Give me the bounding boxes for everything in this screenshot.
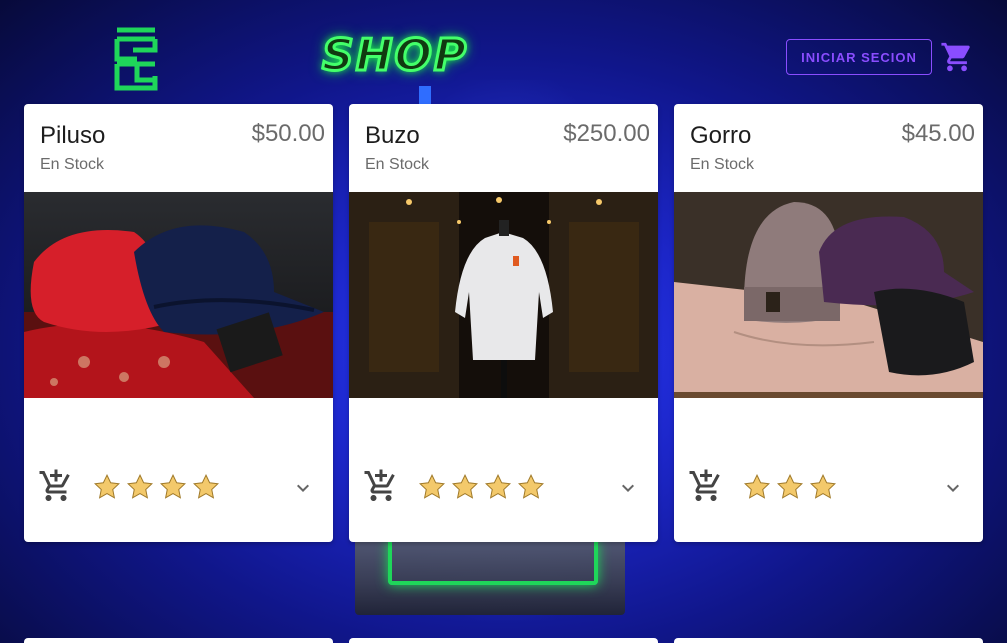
product-title: Piluso [40,122,106,149]
add-to-cart-icon[interactable] [363,468,399,504]
login-button[interactable]: INICIAR SECION [786,39,932,75]
product-image [24,192,333,398]
product-image [674,192,983,398]
product-price: $45.00 [901,120,975,147]
stock-status: En Stock [365,156,430,173]
product-price: $50.00 [251,120,325,147]
star-icon[interactable] [775,472,805,502]
brand-logo-icon[interactable] [113,26,159,92]
app-header: SHOP INICIAR SECION [0,0,1007,100]
star-icon[interactable] [125,472,155,502]
product-card-next[interactable] [24,638,333,643]
product-card-next[interactable] [674,638,983,643]
stock-status: En Stock [40,156,105,173]
rating-stars [417,472,546,504]
background-neon-frame [388,540,598,585]
product-image [349,192,658,398]
chevron-down-icon[interactable] [291,476,315,500]
star-icon[interactable] [742,472,772,502]
star-icon[interactable] [417,472,447,502]
shop-title: SHOP [320,29,469,83]
shopping-cart-icon[interactable] [940,40,974,74]
chevron-down-icon[interactable] [941,476,965,500]
star-icon[interactable] [808,472,838,502]
product-card[interactable]: Gorro En Stock $45.00 [674,104,983,542]
star-icon[interactable] [92,472,122,502]
product-card[interactable]: Buzo En Stock $250.00 [349,104,658,542]
star-icon[interactable] [450,472,480,502]
star-icon[interactable] [158,472,188,502]
product-card-next[interactable] [349,638,658,643]
rating-stars [92,472,221,504]
add-to-cart-icon[interactable] [38,468,74,504]
star-icon[interactable] [191,472,221,502]
product-title: Buzo [365,122,420,149]
star-icon[interactable] [516,472,546,502]
product-title: Gorro [690,122,752,149]
chevron-down-icon[interactable] [616,476,640,500]
stock-status: En Stock [690,156,755,173]
star-icon[interactable] [483,472,513,502]
add-to-cart-icon[interactable] [688,468,724,504]
product-price: $250.00 [563,120,650,147]
rating-stars [742,472,838,504]
product-card[interactable]: Piluso En Stock $50.00 [24,104,333,542]
